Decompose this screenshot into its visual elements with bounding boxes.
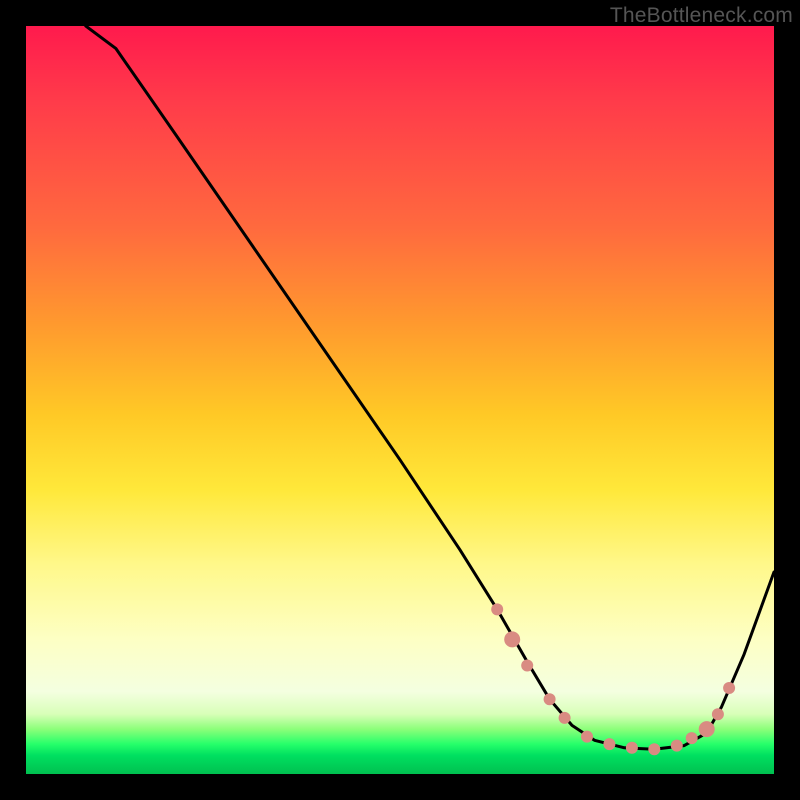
chart-frame <box>26 26 774 774</box>
watermark-text: TheBottleneck.com <box>610 4 793 28</box>
gradient-background <box>26 26 774 774</box>
